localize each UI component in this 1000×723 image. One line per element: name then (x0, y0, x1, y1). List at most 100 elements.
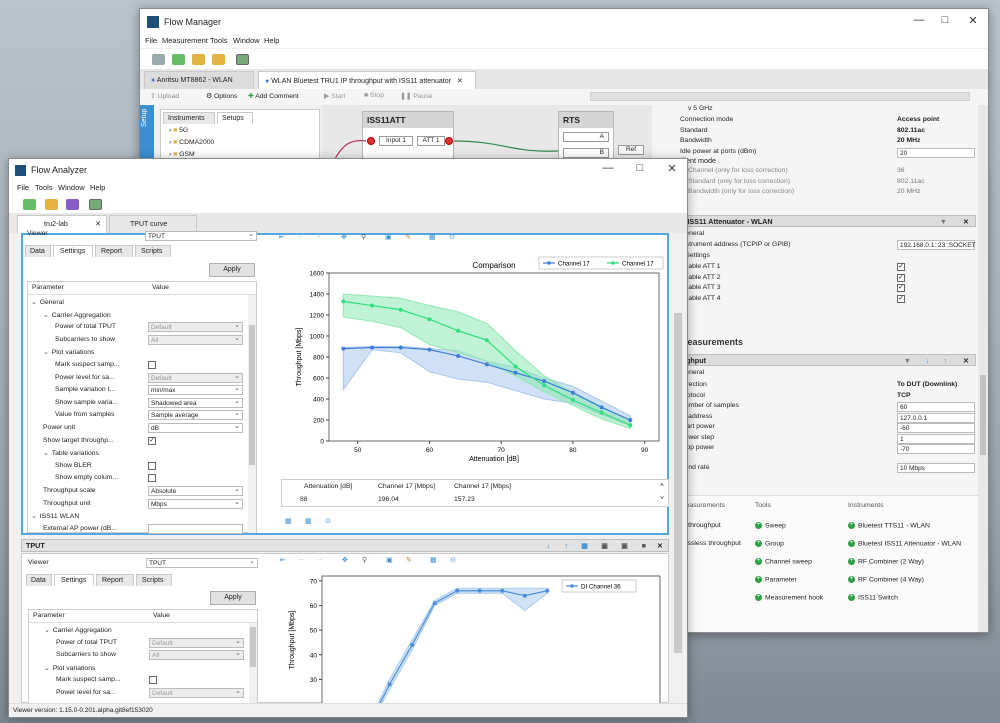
start-button[interactable]: ▶ Start (324, 92, 345, 100)
table-scroll-down-icon[interactable]: ˅ (660, 495, 664, 502)
data-point[interactable] (387, 682, 392, 687)
data-point[interactable] (484, 338, 489, 343)
data-point[interactable] (570, 398, 575, 403)
menu-window[interactable]: Window (58, 183, 85, 192)
palette-instrument-item[interactable]: + Bluetest TTS11 - WLAN (848, 522, 930, 529)
pan-icon[interactable]: ✥ (341, 233, 347, 241)
zoom-icon[interactable]: ⚲ (361, 233, 366, 241)
forward-icon[interactable]: → (315, 233, 322, 240)
data-point[interactable] (542, 379, 547, 384)
maximize-icon[interactable]: □ (936, 14, 954, 26)
param-row-label[interactable]: Mark suspect samp... (56, 676, 147, 683)
prop-value[interactable]: 802.11ac (897, 127, 977, 134)
tree-item-cdma2000[interactable]: › ■ CDMA2000 (169, 139, 214, 146)
param-scrollbar-2[interactable] (249, 623, 257, 703)
minimize-icon[interactable]: — (910, 14, 928, 26)
param-row-label[interactable]: Show empty colum... (55, 474, 146, 481)
param-value-select[interactable]: Default (149, 687, 244, 698)
filter-icon[interactable]: ▼ (940, 217, 947, 226)
tab-scripts-2[interactable]: Scripts (136, 574, 172, 586)
param-row-label[interactable]: Power of total TPUT (56, 639, 147, 646)
tp-prop-value[interactable]: 1 (897, 433, 975, 444)
back-icon[interactable]: ← (297, 233, 304, 240)
tree-item-gsm[interactable]: › ■ GSM (169, 151, 195, 158)
palette-tool-item[interactable]: + Measurement hook (755, 594, 823, 601)
apply-button-2[interactable]: Apply (210, 591, 256, 605)
data-point[interactable] (456, 328, 461, 333)
maximize-icon[interactable]: □ (631, 162, 649, 174)
param-row-label[interactable]: Show sample varia... (55, 399, 146, 406)
data-point[interactable] (398, 307, 403, 312)
home-icon[interactable]: ⇤ (280, 556, 286, 564)
data-point[interactable] (545, 588, 550, 593)
palette-measurement-item[interactable]: Lossless throughput (680, 540, 741, 547)
data-point[interactable] (599, 410, 604, 415)
att-panel-close-icon[interactable]: ✕ (963, 217, 969, 226)
image-icon[interactable] (89, 199, 102, 210)
stop-button[interactable]: ■ Stop (364, 92, 384, 99)
close-icon[interactable]: ✕ (663, 162, 681, 175)
param-value-checkbox[interactable]: ✓ (148, 436, 156, 445)
tab-settings-2[interactable]: Settings (54, 574, 94, 586)
table-fit-icon[interactable]: ▦ (305, 517, 311, 525)
data-point[interactable] (341, 346, 346, 351)
param-row-label[interactable]: Subcarriers to show (56, 651, 147, 658)
param-value-select[interactable]: Sample average (148, 409, 243, 421)
table-icon[interactable]: ▣ (621, 541, 628, 550)
tab-scripts[interactable]: Scripts (135, 245, 171, 257)
send-rate-field[interactable]: 10 Mbps (897, 463, 975, 473)
palette-tool-item[interactable]: + Parameter (755, 576, 797, 583)
delete-icon[interactable] (152, 54, 165, 65)
param-row-label[interactable]: ⌄ ISS11 WLAN (31, 512, 146, 520)
param-scrollbar-thumb-2[interactable] (250, 627, 256, 667)
save-icon[interactable] (66, 199, 79, 210)
target-icon[interactable]: ⊙ (449, 233, 455, 241)
move-down-icon[interactable]: ↓ (546, 541, 550, 550)
viewer-select[interactable]: TPUT (145, 230, 257, 241)
param-row-label[interactable]: Mark suspect samp... (55, 361, 146, 368)
data-point[interactable] (398, 345, 403, 350)
param-value-checkbox[interactable] (148, 361, 156, 369)
param-row-label[interactable]: Show BLER (55, 462, 146, 469)
menu-window[interactable]: Window (233, 36, 260, 45)
param-row-label[interactable]: External AP power (dB... (43, 525, 146, 532)
new-icon[interactable] (172, 54, 185, 65)
filter-icon[interactable]: ▼ (904, 356, 911, 365)
prop-value[interactable]: Access point (897, 116, 977, 123)
param-row-label[interactable]: Throughput scale (43, 487, 146, 494)
palette-tool-item[interactable]: + Channel sweep (755, 558, 812, 565)
data-point[interactable] (500, 588, 505, 593)
prop-value[interactable]: 20 (897, 147, 975, 158)
minimize-icon[interactable]: — (599, 162, 617, 174)
dl-channel-chart[interactable]: 30 40 50 60 70 Throughput [Mbps] DI Channel 36 (278, 572, 668, 704)
param-scrollbar[interactable] (248, 295, 256, 533)
palette-instrument-item[interactable]: + Bluetest ISS11 Attenuator - WLAN (848, 540, 961, 547)
fit-icon[interactable]: ▦ (429, 233, 435, 241)
palette-tool-item[interactable]: + Sweep (755, 522, 786, 529)
param-value-select[interactable]: All (148, 334, 243, 345)
param-value-input[interactable] (148, 523, 243, 534)
param-row-label[interactable]: Show target throughp... (43, 437, 146, 444)
param-value-select[interactable]: Default (148, 372, 243, 383)
doc-tab-bluetest[interactable]: ● WLAN Bluetest TRU1 IP throughput with … (258, 71, 476, 89)
tp-prop-value[interactable]: 60 (897, 402, 975, 412)
move-up-icon[interactable]: ↑ (943, 356, 947, 365)
tput-pane-close-icon[interactable]: ✕ (657, 541, 663, 550)
close-icon[interactable]: ✕ (964, 14, 982, 27)
comparison-chart[interactable]: Comparison 0 200 400 600 800 1000 1200 1400 1600 5… (277, 255, 667, 475)
subtab-instruments[interactable]: Instruments (163, 112, 215, 124)
pan-icon[interactable]: ✥ (342, 556, 348, 564)
param-row-label[interactable]: Value from samples (55, 411, 146, 418)
fa-scrollbar-thumb[interactable] (674, 313, 682, 653)
att-enable-checkbox[interactable]: ✓ (897, 273, 905, 282)
tab-report-2[interactable]: Report (96, 574, 134, 586)
menu-measurement[interactable]: Measurement (162, 36, 208, 45)
new-icon[interactable] (23, 199, 36, 210)
prop-value[interactable]: 20 MHz (897, 188, 977, 195)
chart-icon[interactable]: ▣ (601, 541, 608, 550)
analyzer-icon[interactable] (236, 54, 249, 65)
fit-icon[interactable]: ▦ (430, 556, 436, 564)
forward-icon[interactable]: → (316, 556, 323, 563)
param-value-checkbox[interactable] (148, 461, 156, 470)
menu-file[interactable]: File (17, 183, 29, 192)
